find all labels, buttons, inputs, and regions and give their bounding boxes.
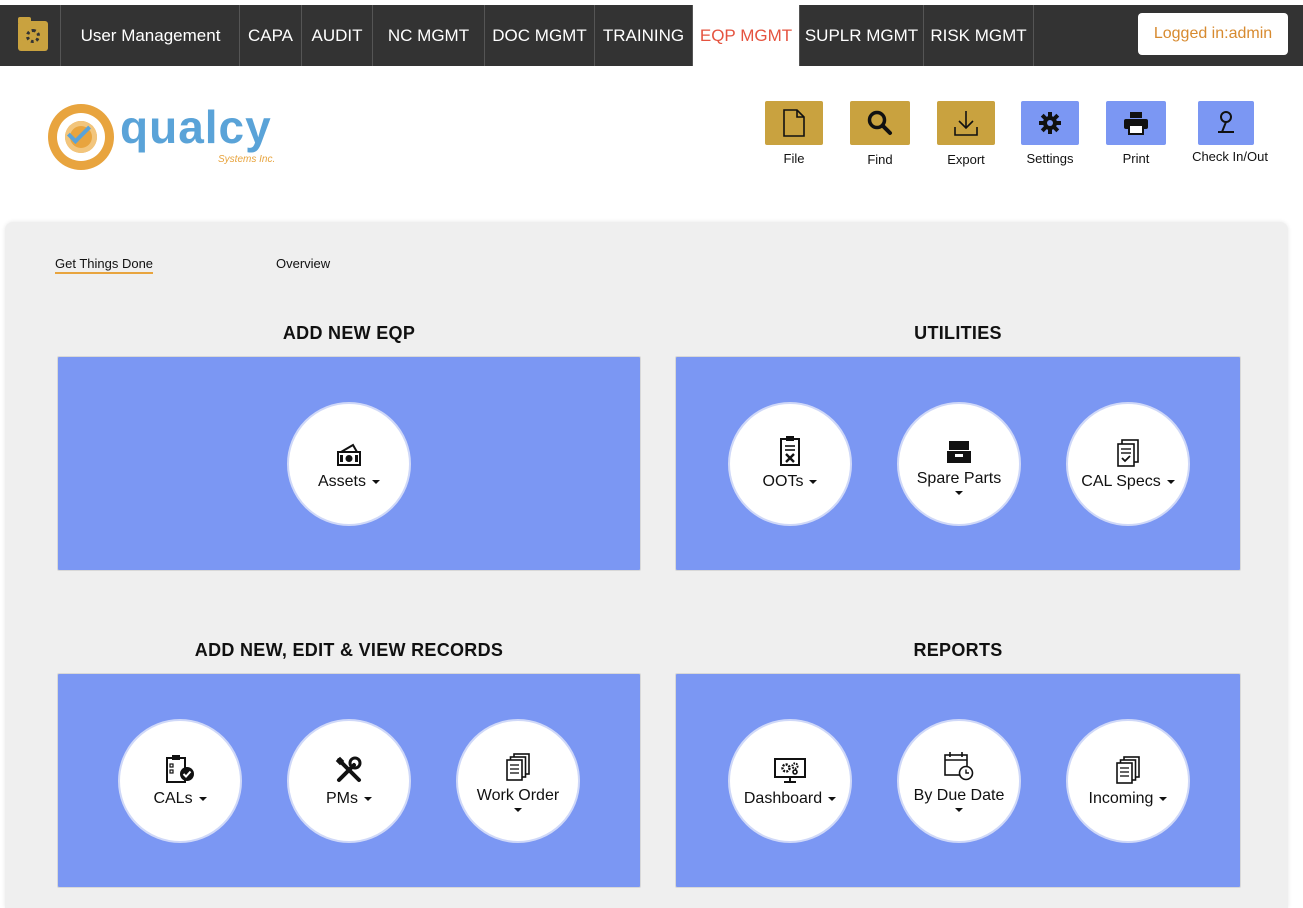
work-order-button[interactable]: Work Order: [456, 719, 580, 843]
nav-training[interactable]: TRAINING: [595, 5, 693, 66]
tools-icon: [335, 756, 362, 782]
section-title-add-new-eqp: ADD NEW EQP: [282, 323, 416, 343]
nav-nc-mgmt[interactable]: NC MGMT: [373, 5, 485, 66]
section-title-records: ADD NEW, EDIT & VIEW RECORDS: [194, 640, 504, 660]
caret-down-icon: [364, 797, 372, 801]
oots-button[interactable]: OOTs: [728, 402, 852, 526]
calendar-clock-icon: [944, 751, 974, 780]
folder-gear-icon: [17, 16, 48, 51]
tab-overview[interactable]: Overview: [276, 256, 330, 271]
nav-eqp-mgmt[interactable]: EQP MGMT: [693, 5, 800, 66]
check-in-out-button[interactable]: Check In/Out: [1175, 101, 1285, 171]
top-nav: User Management CAPA AUDIT NC MGMT DOC M…: [0, 0, 1303, 66]
caret-down-icon: [955, 807, 963, 812]
drawer-icon: [947, 440, 971, 463]
caret-down-icon: [1159, 797, 1168, 801]
home-button[interactable]: [5, 5, 61, 66]
reports-card: Dashboard By Due Date Incoming: [675, 673, 1241, 888]
section-title-reports: REPORTS: [913, 640, 1003, 660]
documents-icon: [506, 752, 530, 781]
records-card: CALs PMs Work Order: [57, 673, 641, 888]
nav-doc-mgmt[interactable]: DOC MGMT: [485, 5, 595, 66]
find-button[interactable]: Find: [835, 101, 925, 171]
export-button[interactable]: Export: [921, 101, 1011, 171]
tab-get-things-done[interactable]: Get Things Done: [55, 256, 154, 274]
settings-button[interactable]: Settings: [1005, 101, 1095, 171]
money-icon: [337, 443, 361, 466]
dashboard-button[interactable]: Dashboard: [728, 719, 852, 843]
section-title-utilities: UTILITIES: [914, 323, 1002, 343]
caret-down-icon: [513, 807, 522, 812]
nav-suplr-mgmt[interactable]: SUPLR MGMT: [800, 5, 924, 66]
cals-button[interactable]: CALs: [118, 719, 242, 843]
logged-in-button[interactable]: Logged in:admin: [1138, 13, 1288, 55]
clipboard-check-icon: [166, 755, 194, 783]
clipboard-x-icon: [780, 436, 800, 466]
gear-icon: [1039, 112, 1061, 134]
qualcy-logo: qualcy Systems Inc.: [48, 101, 288, 172]
main-panel: Get Things Done Overview ADD NEW EQP UTI…: [5, 222, 1288, 908]
monitor-gear-icon: [774, 758, 806, 783]
utilities-card: OOTs Spare Parts CAL Specs: [675, 356, 1241, 571]
nav-risk-mgmt[interactable]: RISK MGMT: [924, 5, 1034, 66]
add-new-eqp-card: Assets: [57, 356, 641, 571]
file-icon: [783, 109, 805, 137]
file-button[interactable]: File: [749, 101, 839, 171]
caret-down-icon: [1166, 480, 1175, 484]
by-due-date-button[interactable]: By Due Date: [897, 719, 1021, 843]
logo-subtitle: Systems Inc.: [218, 154, 276, 165]
user-sign-icon: [1218, 111, 1234, 133]
nav-audit[interactable]: AUDIT: [302, 5, 373, 66]
assets-button[interactable]: Assets: [287, 402, 411, 526]
document-check-icon: [1117, 439, 1139, 467]
search-icon: [867, 110, 892, 135]
caret-down-icon: [372, 480, 380, 484]
incoming-button[interactable]: Incoming: [1066, 719, 1190, 843]
printer-icon: [1124, 112, 1148, 135]
pms-button[interactable]: PMs: [287, 719, 411, 843]
nav-capa[interactable]: CAPA: [240, 5, 302, 66]
print-button[interactable]: Print: [1091, 101, 1181, 171]
caret-down-icon: [828, 797, 837, 801]
spare-parts-button[interactable]: Spare Parts: [897, 402, 1021, 526]
cal-specs-button[interactable]: CAL Specs: [1066, 402, 1190, 526]
caret-down-icon: [198, 797, 207, 801]
caret-down-icon: [954, 490, 963, 495]
download-icon: [954, 111, 978, 136]
nav-user-management[interactable]: User Management: [62, 5, 240, 66]
logo-wordmark: qualcy: [120, 101, 272, 153]
caret-down-icon: [809, 480, 818, 484]
documents-icon: [1116, 756, 1140, 784]
